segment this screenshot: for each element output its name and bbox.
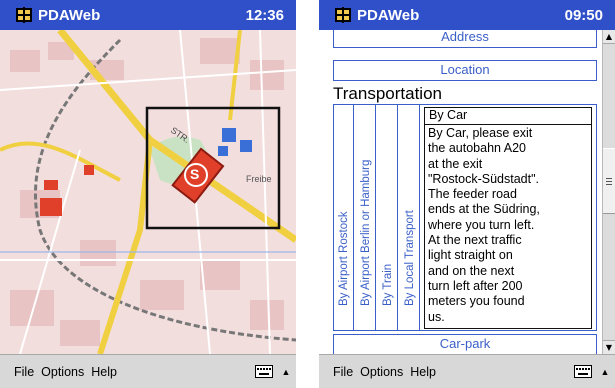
transport-tabs: By Airport Rostock By Airport Berlin or … [333,104,597,331]
directions-text: By Car, please exit the autobahn A20 at … [425,125,591,325]
pdaweb-logo-icon[interactable] [14,5,34,25]
text-line: By Car, please exit [428,126,533,140]
text-line: the autobahn A20 [428,141,527,156]
map-graphic [0,30,296,354]
tab-airport-rostock[interactable]: By Airport Rostock [334,105,354,330]
keyboard-icon[interactable] [254,364,274,379]
menu-file[interactable]: File [333,365,353,379]
scroll-down-icon[interactable]: ▼ [603,340,615,354]
menu-options[interactable]: Options [360,365,403,379]
tab-airport-berlin-hamburg[interactable]: By Airport Berlin or Hamburg [356,105,376,330]
tab-label: By Local Transport [403,210,416,306]
app-title: PDAWeb [357,6,420,24]
text-line: at the exit [428,156,483,171]
menu-help[interactable]: Help [410,365,436,379]
text-line: The feeder road [428,187,517,202]
location-link[interactable]: Location [333,60,597,81]
car-park-link[interactable]: Car-park [333,334,597,354]
menu-bar: File Options Help ▲ [319,354,615,388]
text-line: "Rostock-Südstadt". [428,171,540,186]
city-map[interactable]: S STR. Freibe [0,30,296,354]
vertical-scrollbar[interactable]: ▲ ▼ [602,30,615,354]
menu-bar: File Options Help ▲ [0,354,296,388]
menu-help[interactable]: Help [91,365,117,379]
page-content: Address Location Transportation By Airpo… [319,30,602,354]
tab-train[interactable]: By Train [378,105,398,330]
keyboard-icon[interactable] [573,364,593,379]
text-line: ends at the Südring, [428,202,540,217]
text-line: At the next traffic [428,233,522,248]
district-label: Freibe [246,174,272,184]
menu-options[interactable]: Options [41,365,84,379]
scroll-thumb[interactable] [603,148,615,214]
tab-label: By Train [381,263,394,306]
station-marker-label[interactable]: S [190,166,199,182]
clock[interactable]: 12:36 [246,7,284,24]
sip-toggle-icon[interactable]: ▲ [280,367,292,377]
text-line: turn left after 200 [428,278,523,293]
tab-label: By Airport Berlin or Hamburg [359,159,372,306]
title-bar: PDAWeb 09:50 [319,0,615,30]
tab-local-transport[interactable]: By Local Transport [400,105,420,330]
scroll-up-icon[interactable]: ▲ [603,30,615,44]
title-bar: PDAWeb 12:36 [0,0,296,30]
tab-by-car[interactable]: By Car [425,108,591,125]
sip-toggle-icon[interactable]: ▲ [599,367,611,377]
tab-label: By Airport Rostock [337,211,350,306]
left-pda-screen: PDAWeb 12:36 S STR. Freibe File Options … [0,0,296,388]
clock[interactable]: 09:50 [565,7,603,24]
app-title: PDAWeb [38,6,101,24]
pdaweb-logo-icon[interactable] [333,5,353,25]
menu-file[interactable]: File [14,365,34,379]
text-line: where you turn left. [428,217,535,232]
section-title: Transportation [333,84,442,103]
text-line: and on the next [428,263,515,278]
address-link[interactable]: Address [333,30,597,48]
text-line: light straight on [428,248,513,263]
text-line: meters you found [428,294,525,309]
text-line: us. [428,309,445,324]
by-car-panel: By Car By Car, please exit the autobahn … [424,107,592,329]
right-pda-screen: PDAWeb 09:50 Address Location Transporta… [319,0,615,388]
